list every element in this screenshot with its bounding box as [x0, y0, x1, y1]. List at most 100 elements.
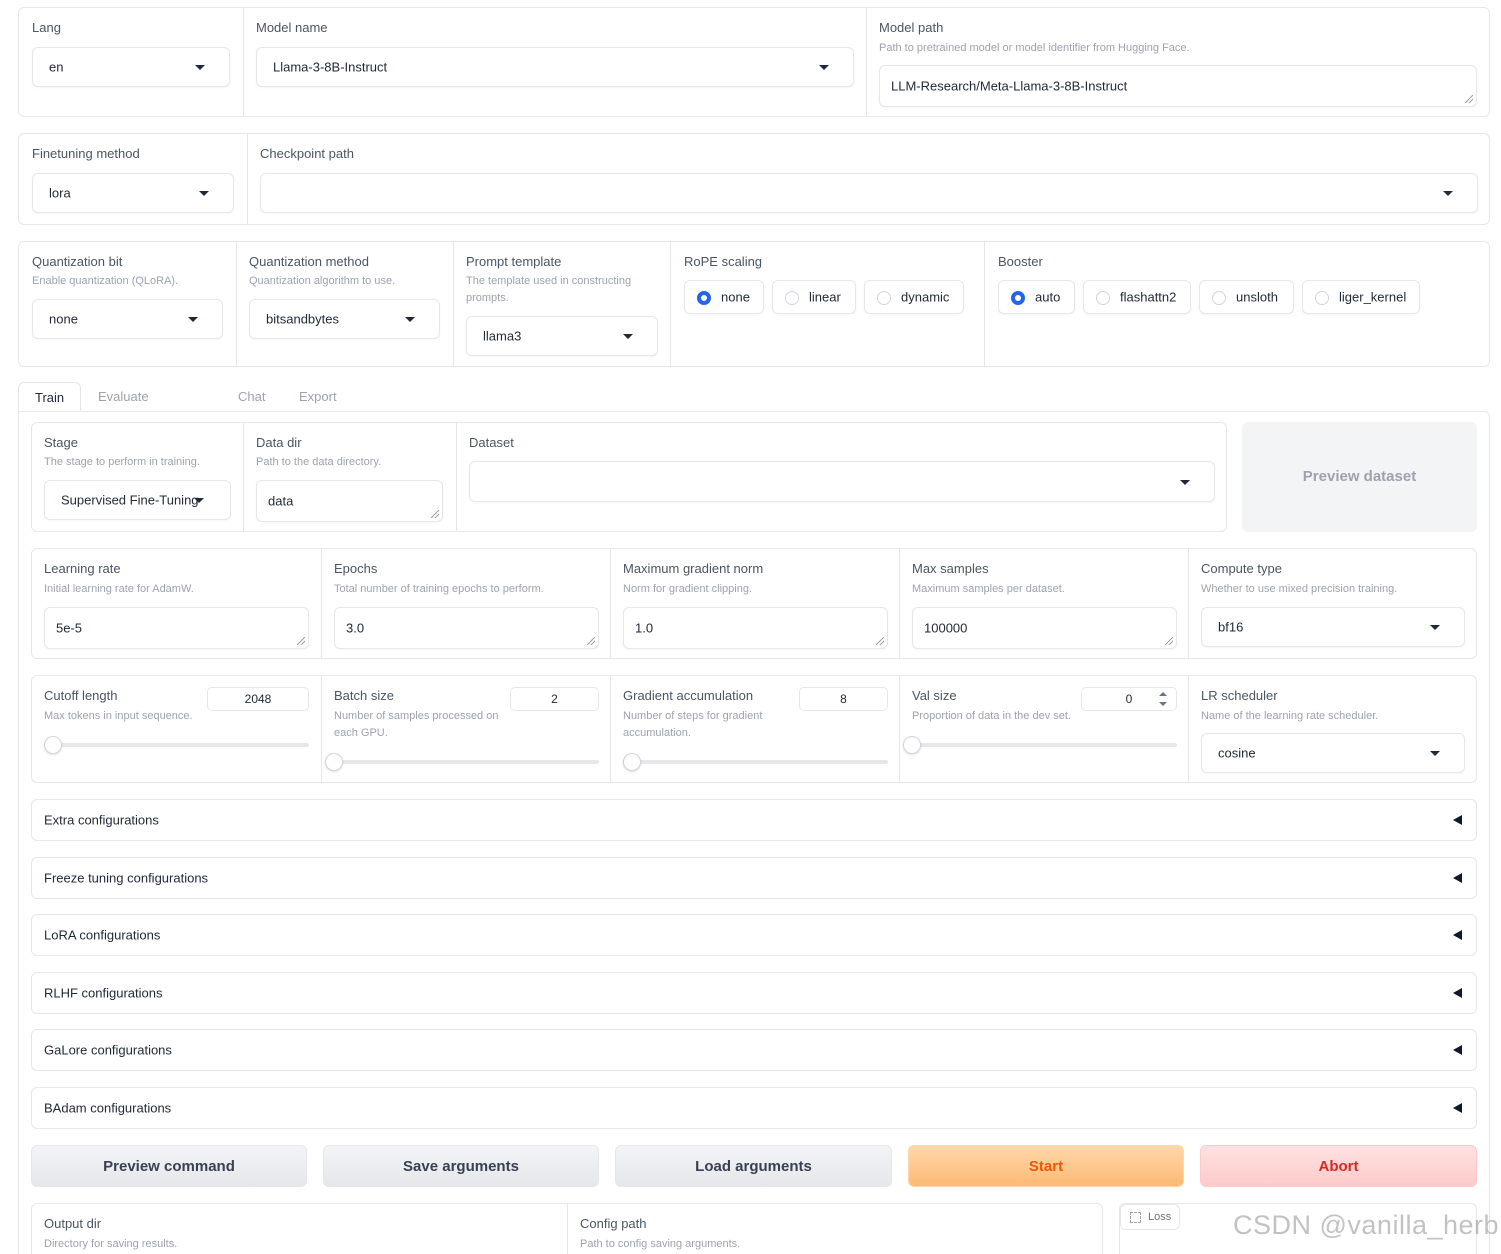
quant-bit-dropdown[interactable]: none	[32, 299, 223, 339]
quant-bit-value: none	[49, 311, 78, 327]
accordion-badam[interactable]: BAdam configurations	[31, 1087, 1477, 1129]
stage-dropdown[interactable]: Supervised Fine-Tuning	[44, 480, 231, 520]
tab-train[interactable]: Train	[18, 382, 82, 412]
resize-handle-icon[interactable]	[431, 510, 439, 518]
preview-dataset-button[interactable]: Preview dataset	[1242, 422, 1477, 532]
lr-scheduler-value: cosine	[1218, 745, 1256, 761]
accordion-rlhf[interactable]: RLHF configurations	[31, 972, 1477, 1014]
compute-type-dropdown[interactable]: bf16	[1201, 607, 1465, 647]
accordion-galore[interactable]: GaLore configurations	[31, 1029, 1477, 1071]
template-value: llama3	[483, 328, 522, 344]
data-dir-label: Data dir	[256, 435, 302, 450]
rope-label: RoPE scaling	[684, 254, 763, 269]
chevron-down-icon	[1430, 625, 1440, 630]
val-size-slider[interactable]	[903, 736, 1177, 754]
template-cell: Prompt template The template used in con…	[453, 242, 670, 366]
rope-option-label: linear	[809, 289, 841, 305]
lr-scheduler-dropdown[interactable]: cosine	[1201, 733, 1465, 773]
resize-handle-icon[interactable]	[1465, 95, 1473, 103]
val-size-hint: Proportion of data in the dev set.	[912, 710, 1071, 722]
template-dropdown[interactable]: llama3	[466, 316, 658, 356]
start-button[interactable]: Start	[908, 1145, 1184, 1187]
accordion-extra[interactable]: Extra configurations	[31, 799, 1477, 841]
stage-label: Stage	[44, 435, 78, 450]
collapse-arrow-icon	[1453, 873, 1462, 883]
rope-option-dynamic[interactable]: dynamic	[864, 280, 964, 314]
booster-option-liger-kernel[interactable]: liger_kernel	[1302, 280, 1420, 314]
booster-option-label: liger_kernel	[1339, 289, 1407, 305]
data-dir-cell: Data dir Path to the data directory. dat…	[243, 423, 456, 531]
spinner-arrows-icon[interactable]	[1158, 692, 1168, 706]
tab-export[interactable]: Export	[299, 382, 337, 412]
rope-option-none[interactable]: none	[684, 280, 764, 314]
finetuning-label: Finetuning method	[32, 146, 140, 161]
batch-size-number[interactable]: 2	[510, 687, 599, 711]
slider-thumb[interactable]	[903, 736, 921, 754]
learning-rate-value: 5e-5	[56, 620, 83, 636]
lang-dropdown[interactable]: en	[32, 47, 230, 87]
radio-unselected-icon	[877, 291, 891, 305]
max-samples-input[interactable]: 100000	[912, 607, 1177, 649]
accordion-freeze[interactable]: Freeze tuning configurations	[31, 857, 1477, 899]
quant-method-dropdown[interactable]: bitsandbytes	[249, 299, 440, 339]
grad-accum-hint: Number of steps for gradient accumulatio…	[623, 710, 763, 739]
template-hint: The template used in constructing prompt…	[466, 275, 632, 304]
slider-thumb[interactable]	[623, 753, 641, 771]
abort-button[interactable]: Abort	[1200, 1145, 1477, 1187]
grad-accum-slider[interactable]	[623, 753, 888, 771]
booster-option-auto[interactable]: auto	[998, 280, 1075, 314]
tab-chat[interactable]: Chat	[238, 382, 265, 412]
booster-option-flashattn2[interactable]: flashattn2	[1083, 280, 1191, 314]
chart-icon	[1130, 1212, 1141, 1223]
load-arguments-button[interactable]: Load arguments	[615, 1145, 892, 1187]
slider-panel: Cutoff length 2048 Max tokens in input s…	[31, 675, 1477, 783]
watermark: CSDN @vanilla_herb	[1233, 1210, 1500, 1240]
model-path-input[interactable]: LLM-Research/Meta-Llama-3-8B-Instruct	[879, 65, 1477, 107]
chevron-down-icon	[623, 334, 633, 339]
model-name-label: Model name	[256, 20, 328, 35]
radio-unselected-icon	[1096, 291, 1110, 305]
booster-cell: Booster auto flashattn2 unsloth liger_ke…	[984, 242, 1491, 366]
checkpoint-dropdown[interactable]	[260, 173, 1478, 213]
accordion-lora[interactable]: LoRA configurations	[31, 914, 1477, 956]
cutoff-length-hint: Max tokens in input sequence.	[44, 710, 193, 722]
collapse-arrow-icon	[1453, 1045, 1462, 1055]
grad-accum-value: 8	[840, 692, 847, 706]
finetuning-value: lora	[49, 185, 71, 201]
grad-accum-number[interactable]: 8	[799, 687, 888, 711]
cutoff-length-number[interactable]: 2048	[207, 687, 309, 711]
rope-option-linear[interactable]: linear	[772, 280, 856, 314]
model-name-value: Llama-3-8B-Instruct	[273, 59, 388, 75]
learning-rate-input[interactable]: 5e-5	[44, 607, 309, 649]
cutoff-length-slider[interactable]	[44, 736, 309, 754]
quant-bit-label: Quantization bit	[32, 254, 123, 269]
radio-unselected-icon	[1315, 291, 1329, 305]
max-grad-norm-input[interactable]: 1.0	[623, 607, 888, 649]
batch-size-value: 2	[551, 692, 558, 706]
batch-size-slider[interactable]	[325, 753, 599, 771]
accordion-label: LoRA configurations	[44, 927, 161, 943]
model-name-dropdown[interactable]: Llama-3-8B-Instruct	[256, 47, 854, 87]
preview-command-button[interactable]: Preview command	[31, 1145, 307, 1187]
data-dir-hint: Path to the data directory.	[256, 456, 382, 468]
batch-size-cell: Batch size 2 Number of samples processed…	[321, 676, 610, 782]
max-samples-cell: Max samples Maximum samples per dataset.…	[899, 549, 1188, 658]
resize-handle-icon[interactable]	[1165, 637, 1173, 645]
config-path-hint: Path to config saving arguments.	[580, 1238, 741, 1250]
data-dir-input[interactable]: data	[256, 480, 443, 522]
val-size-number[interactable]: 0	[1081, 687, 1177, 711]
resize-handle-icon[interactable]	[587, 637, 595, 645]
epochs-input[interactable]: 3.0	[334, 607, 599, 649]
batch-size-label: Batch size	[334, 688, 394, 703]
finetuning-dropdown[interactable]: lora	[32, 173, 234, 213]
slider-thumb[interactable]	[325, 753, 343, 771]
dataset-dropdown[interactable]	[469, 461, 1215, 502]
resize-handle-icon[interactable]	[876, 637, 884, 645]
booster-option-unsloth[interactable]: unsloth	[1199, 280, 1294, 314]
checkpoint-cell: Checkpoint path	[247, 134, 1491, 224]
tab-evaluate-predict[interactable]: Evaluate & Predict	[98, 382, 149, 464]
chevron-down-icon	[199, 191, 209, 196]
resize-handle-icon[interactable]	[297, 637, 305, 645]
slider-thumb[interactable]	[44, 736, 62, 754]
save-arguments-button[interactable]: Save arguments	[323, 1145, 599, 1187]
